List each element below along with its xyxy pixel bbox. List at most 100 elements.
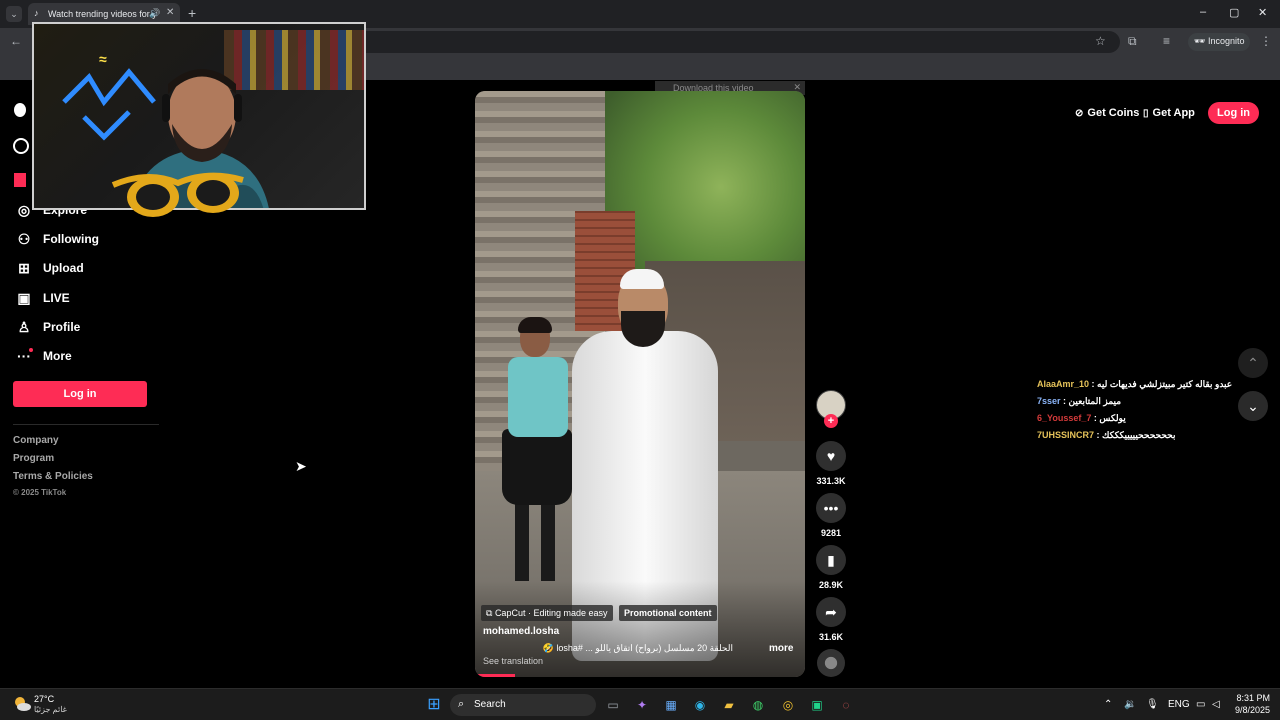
mouse-cursor-icon: ➤ — [295, 458, 307, 474]
whatsapp-icon[interactable]: ◍ — [748, 695, 768, 715]
maximize-icon[interactable]: ▢ — [1229, 6, 1239, 19]
coin-icon: ⊘ — [1075, 107, 1084, 119]
chat-message: 7sser : ميمز المتابعين — [1037, 396, 1122, 406]
copyright-text: © 2025 TikTok — [13, 488, 67, 497]
music-disc-icon[interactable] — [817, 649, 845, 677]
chat-message: 7UHSSINCR7 : بححححححيييييكككك — [1037, 430, 1176, 440]
notification-dot — [29, 348, 33, 352]
app-icon[interactable]: ▣ — [807, 695, 827, 715]
share-icon: ➦ — [825, 604, 837, 620]
sidebar-item-upload[interactable]: ⊞ Upload — [13, 257, 153, 279]
sidebar-item-profile[interactable]: ♙ Profile — [13, 316, 153, 338]
windows-taskbar: 27°C غائم جزئيًا ⊞ ⌕ Search ▭ ✦ ▦ ◉ ▰ ◍ … — [0, 688, 1280, 720]
footer-link-program[interactable]: Program — [13, 453, 54, 464]
weather-description: غائم جزئيًا — [34, 705, 67, 714]
svg-text:≈: ≈ — [99, 51, 107, 67]
copilot-icon[interactable]: ✦ — [632, 695, 652, 715]
back-icon[interactable]: ← — [10, 34, 22, 48]
screen: ⌄ ♪ Watch trending videos for y 🔊 ✕ + – … — [0, 0, 1280, 720]
speaker-icon[interactable]: 🔊 — [149, 8, 160, 19]
share-count: 31.6K — [818, 632, 844, 642]
sidebar-item-label: Profile — [43, 320, 81, 334]
tiktok-logo-icon[interactable] — [14, 103, 26, 117]
chat-message: AlaaAmr_10 : عبدو بقاله كتير مبيتزلشي فد… — [1037, 379, 1233, 389]
chevron-up-icon: ⌃ — [1247, 355, 1259, 371]
share-button[interactable]: ➦ — [816, 597, 846, 627]
sidebar-item-live[interactable]: ▣ LIVE — [13, 287, 153, 309]
comment-button[interactable]: ••• — [816, 493, 846, 523]
tiktok-favicon-icon: ♪ — [34, 8, 39, 18]
search-icon: ⌕ — [458, 698, 465, 710]
media-control-icon[interactable]: ≡ — [1163, 34, 1170, 48]
comment-icon: ••• — [823, 500, 839, 516]
capcut-tag[interactable]: ⧉ CapCut · Editing made easy — [481, 605, 613, 621]
browser-menu-icon[interactable]: ⋮ — [1260, 34, 1272, 48]
sidebar-item-more[interactable]: ··· More — [13, 345, 153, 367]
following-icon: ⚇ — [17, 230, 31, 247]
windows-start-icon[interactable]: ⊞ — [424, 695, 444, 715]
footer-link-company[interactable]: Company — [13, 435, 59, 446]
weather-icon[interactable] — [12, 694, 32, 714]
chat-message: 6_Youssef_7 : يولكس — [1037, 413, 1126, 423]
sidebar-login-button[interactable]: Log in — [13, 381, 147, 407]
follow-plus-icon[interactable]: + — [824, 414, 838, 428]
chevron-down-icon: ⌄ — [1247, 398, 1259, 414]
get-coins-button[interactable]: ⊘ Get Coins — [1075, 103, 1139, 123]
get-app-button[interactable]: ▯ Get App — [1143, 103, 1195, 123]
home-icon[interactable] — [14, 173, 26, 187]
sidebar-item-label: LIVE — [43, 291, 70, 305]
sunglasses-sticker-icon — [111, 172, 244, 217]
clock-date[interactable]: 9/8/2025 — [1230, 705, 1270, 715]
tab-search-icon[interactable]: ⌄ — [6, 6, 22, 22]
edge-icon[interactable]: ◉ — [690, 695, 710, 715]
promotional-content-tag[interactable]: Promotional content — [619, 605, 717, 621]
language-indicator[interactable]: ENG — [1168, 699, 1190, 710]
footer-link-terms[interactable]: Terms & Policies — [13, 471, 93, 482]
new-tab-icon[interactable]: + — [188, 5, 196, 21]
extensions-icon[interactable]: ⧉ — [1128, 34, 1137, 49]
caption-more-button[interactable]: more — [769, 643, 793, 654]
weather-temperature: 27°C — [34, 694, 55, 704]
network-icon[interactable]: ▭ — [1196, 699, 1205, 710]
tab-close-icon[interactable]: ✕ — [166, 7, 174, 18]
next-video-button[interactable]: ⌄ — [1238, 391, 1268, 421]
video-caption: الحلقة 20 مسلسل (برواح) اتقاق ياللو ... … — [542, 643, 733, 653]
video-girl-skirt — [502, 429, 572, 505]
profile-icon: ♙ — [17, 318, 31, 335]
phone-icon: ▯ — [1143, 107, 1149, 119]
window-close-icon[interactable]: ✕ — [1258, 6, 1267, 19]
sidebar-item-following[interactable]: ⚇ Following — [13, 228, 153, 250]
notification-app-icon[interactable]: ◌ — [836, 695, 856, 715]
upload-icon: ⊞ — [18, 259, 30, 276]
save-button[interactable]: ▮ — [816, 545, 846, 575]
video-progress-bar[interactable] — [475, 674, 515, 677]
comment-count: 9281 — [820, 528, 842, 538]
bookmark-icon: ▮ — [827, 552, 835, 568]
incognito-icon: 🕶 — [1194, 36, 1206, 46]
clock-time[interactable]: 8:31 PM — [1236, 693, 1270, 703]
sidebar-divider — [13, 424, 159, 425]
previous-video-button[interactable]: ⌃ — [1238, 348, 1268, 378]
video-girl-legs — [515, 501, 559, 581]
sidebar-item-label: More — [43, 349, 72, 363]
capcut-icon: ⧉ — [486, 608, 495, 618]
store-icon[interactable]: ▦ — [661, 695, 681, 715]
speaker-icon[interactable]: ◁ — [1212, 699, 1220, 710]
minimize-icon[interactable]: – — [1200, 6, 1206, 18]
like-button[interactable]: ♥ — [816, 441, 846, 471]
see-translation-link[interactable]: See translation — [483, 656, 543, 666]
volume-icon[interactable]: 🔉 — [1124, 699, 1136, 710]
microphone-icon[interactable]: 🎙 — [1146, 699, 1159, 710]
header-login-button[interactable]: Log in — [1208, 102, 1259, 124]
file-explorer-icon[interactable]: ▰ — [719, 695, 739, 715]
chrome-icon[interactable]: ◎ — [778, 695, 798, 715]
video-player[interactable]: ⧉ CapCut · Editing made easy Promotional… — [475, 91, 805, 677]
video-author[interactable]: mohamed.losha — [483, 626, 559, 637]
tray-chevron-up-icon[interactable]: ⌃ — [1104, 699, 1112, 710]
incognito-badge[interactable]: 🕶 Incognito — [1188, 33, 1251, 51]
task-view-icon[interactable]: ▭ — [603, 695, 623, 715]
search-icon[interactable] — [13, 138, 29, 154]
sidebar-item-label: Upload — [43, 261, 84, 275]
bookmark-star-icon[interactable]: ☆ — [1095, 34, 1106, 48]
taskbar-search[interactable]: ⌕ Search — [450, 694, 596, 716]
